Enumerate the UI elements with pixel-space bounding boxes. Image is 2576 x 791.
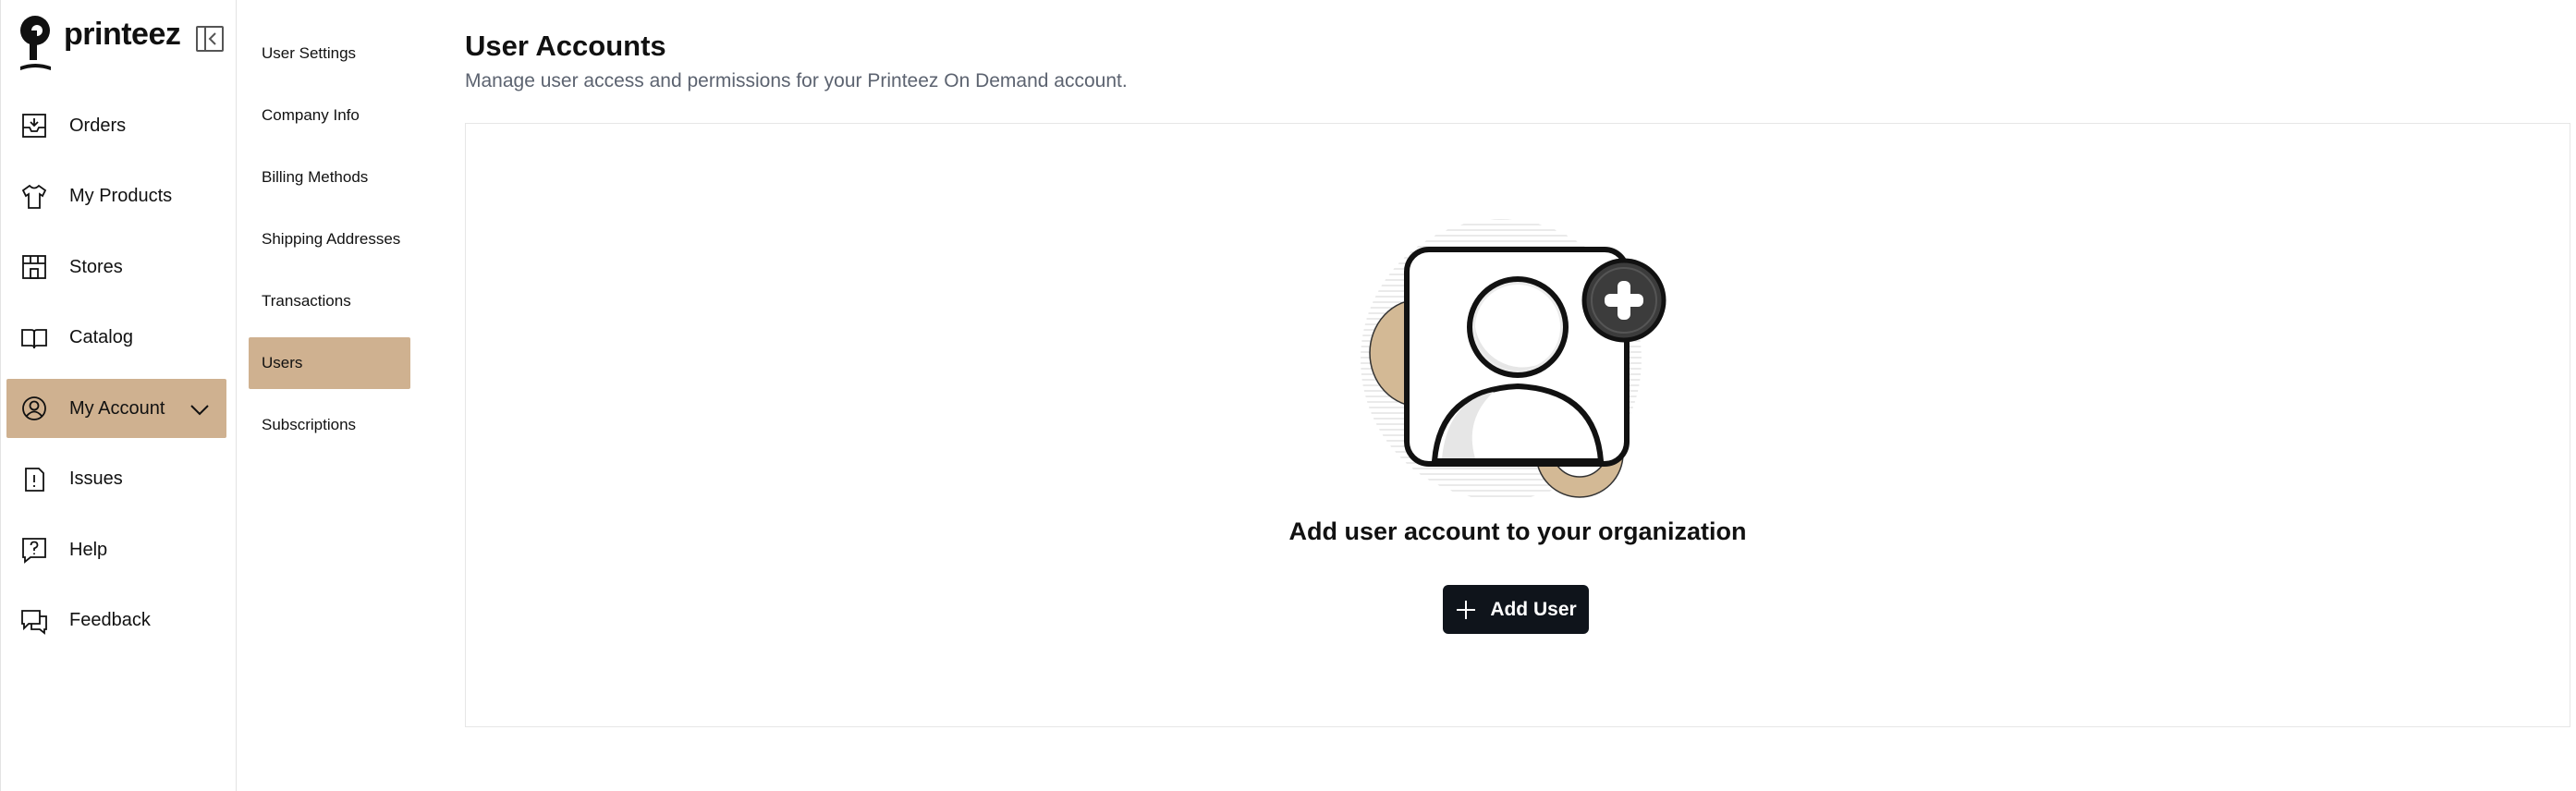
main-sidebar: printeez Orders My Products Stores Catal… <box>0 0 237 791</box>
subnav-item-company-info[interactable]: Company Info <box>249 90 410 141</box>
nav-item-feedback[interactable]: Feedback <box>6 591 226 651</box>
page-title: User Accounts <box>465 30 666 62</box>
nav-item-issues[interactable]: Issues <box>6 450 226 509</box>
nav-label-help: Help <box>69 539 108 560</box>
plus-icon <box>1457 600 1476 619</box>
subnav-item-user-settings[interactable]: User Settings <box>249 28 410 79</box>
subnav-item-subscriptions[interactable]: Subscriptions <box>249 399 410 451</box>
add-user-button-label: Add User <box>1490 598 1577 620</box>
brand-logo[interactable]: printeez <box>18 15 181 74</box>
nav-label-my-account: My Account <box>69 397 165 419</box>
question-chat-icon <box>22 538 46 564</box>
nav-label-issues: Issues <box>69 469 123 489</box>
chat-bubbles-icon <box>21 609 47 635</box>
nav-label-stores: Stores <box>69 256 123 277</box>
printeez-logo-icon <box>20 16 51 70</box>
subnav-item-shipping-addresses[interactable]: Shipping Addresses <box>249 213 410 265</box>
tray-download-icon <box>22 114 46 138</box>
nav-label-catalog: Catalog <box>69 327 133 347</box>
add-user-button[interactable]: Add User <box>1443 585 1589 634</box>
page-subtitle: Manage user access and permissions for y… <box>465 70 1128 91</box>
users-empty-state-panel: Add user account to your organization Ad… <box>465 123 2570 727</box>
subnav-item-users[interactable]: Users <box>249 337 410 389</box>
collapse-sidebar-icon[interactable] <box>195 24 225 54</box>
primary-nav: Orders My Products Stores Catalog My Acc… <box>6 96 226 662</box>
nav-item-help[interactable]: Help <box>6 520 226 579</box>
account-subnav: User Settings Company Info Billing Metho… <box>238 0 467 791</box>
brand-name: printeez <box>64 17 181 52</box>
tshirt-icon <box>21 184 47 209</box>
user-circle-icon <box>22 396 46 420</box>
add-user-illustration <box>1361 219 1666 500</box>
nav-item-catalog[interactable]: Catalog <box>6 309 226 368</box>
nav-item-my-products[interactable]: My Products <box>6 167 226 226</box>
subnav-item-billing-methods[interactable]: Billing Methods <box>249 152 410 203</box>
nav-item-stores[interactable]: Stores <box>6 237 226 297</box>
empty-state-title: Add user account to your organization <box>1288 517 1747 545</box>
nav-label-my-products: My Products <box>69 186 173 206</box>
nav-item-orders[interactable]: Orders <box>6 96 226 155</box>
nav-item-my-account[interactable]: My Account <box>6 379 226 438</box>
subnav-item-transactions[interactable]: Transactions <box>249 275 410 327</box>
alert-document-icon <box>25 467 44 492</box>
storefront-icon <box>22 255 46 279</box>
open-book-icon <box>21 328 47 348</box>
nav-label-orders: Orders <box>69 115 127 136</box>
main-content: User Accounts Manage user access and per… <box>465 0 2576 791</box>
nav-label-feedback: Feedback <box>69 610 151 630</box>
chevron-down-icon[interactable] <box>188 397 212 421</box>
